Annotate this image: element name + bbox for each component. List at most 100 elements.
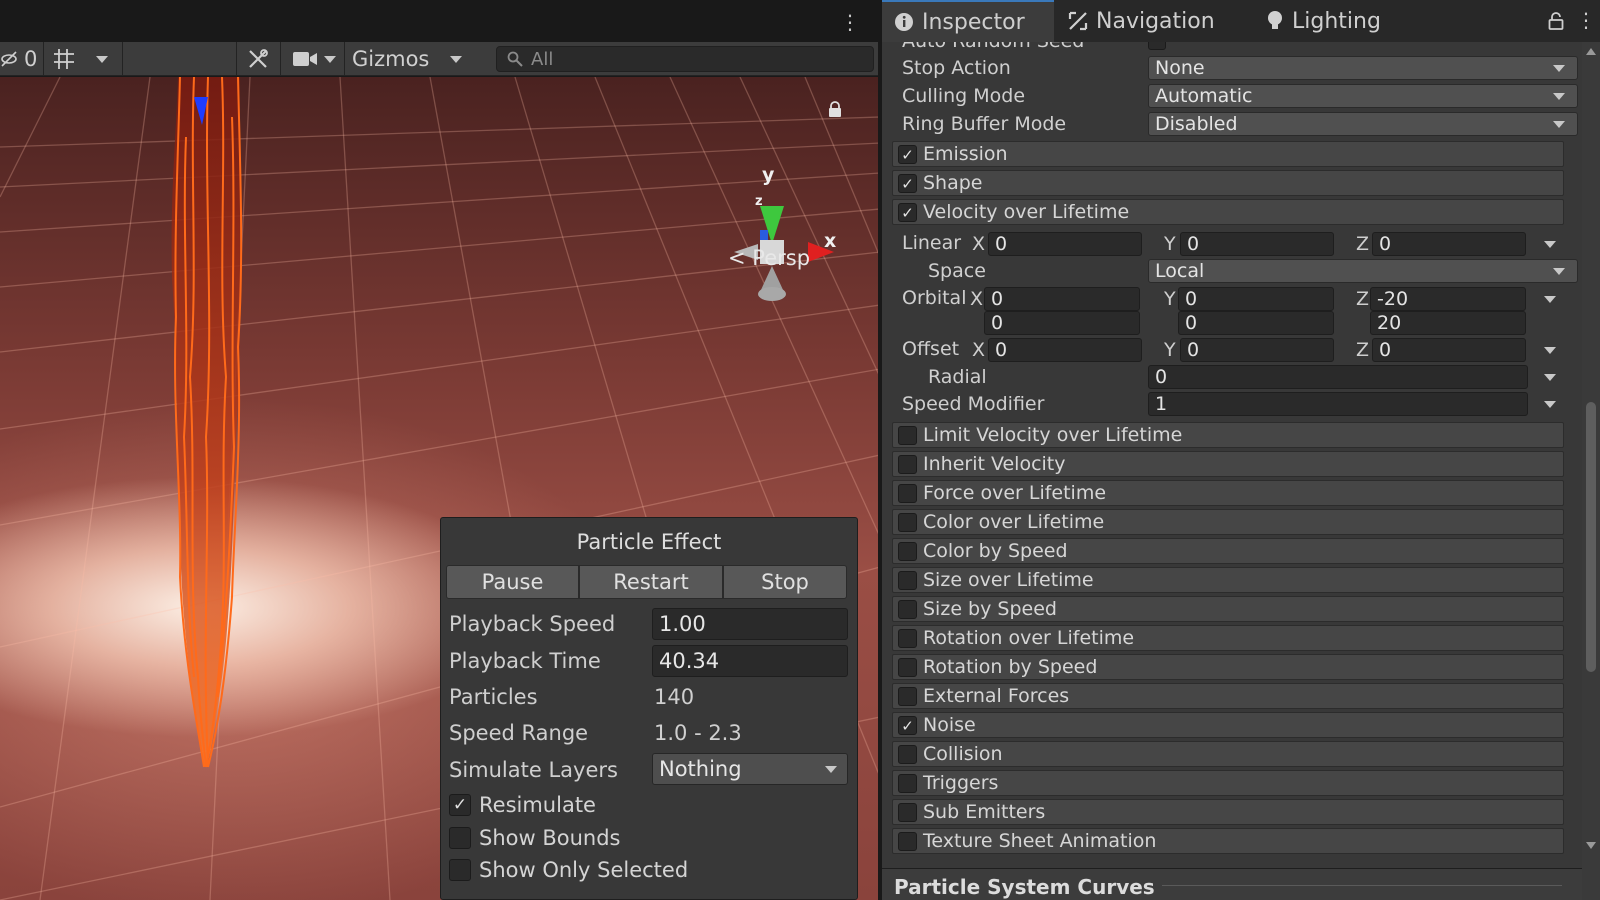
module-force-over-lifetime[interactable]: Force over Lifetime: [892, 480, 1564, 506]
offset-x-field[interactable]: 0: [988, 338, 1142, 362]
module-emission[interactable]: ✓ Emission: [892, 141, 1564, 167]
space-dropdown[interactable]: Local: [1148, 259, 1578, 283]
offset-z-field[interactable]: 0: [1372, 338, 1526, 362]
module-label: Size by Speed: [923, 598, 1057, 620]
stop-action-dropdown[interactable]: None: [1148, 56, 1578, 80]
module-checkbox[interactable]: ✓: [898, 174, 917, 193]
module-triggers[interactable]: Triggers: [892, 770, 1564, 796]
module-label: Collision: [923, 743, 1003, 765]
navigation-icon: [1068, 11, 1088, 31]
module-checkbox[interactable]: [898, 803, 917, 822]
ring-buffer-mode-dropdown[interactable]: Disabled: [1148, 112, 1578, 136]
grid-toggle[interactable]: [52, 42, 82, 76]
module-color-over-lifetime[interactable]: Color over Lifetime: [892, 509, 1564, 535]
axis-y-label: Y: [1164, 339, 1176, 361]
restart-button[interactable]: Restart: [579, 565, 723, 599]
playback-speed-label: Playback Speed: [449, 612, 616, 636]
module-shape[interactable]: ✓ Shape: [892, 170, 1564, 196]
orbital-y-max-field[interactable]: 0: [1178, 311, 1334, 335]
effects-toggle[interactable]: [246, 42, 272, 76]
orbital-z-field[interactable]: -20: [1370, 287, 1526, 311]
module-checkbox[interactable]: [898, 658, 917, 677]
module-checkbox[interactable]: [898, 513, 917, 532]
camera-settings-button[interactable]: [292, 42, 318, 76]
module-checkbox[interactable]: ✓: [898, 203, 917, 222]
auto-random-seed-checkbox[interactable]: [1148, 42, 1166, 50]
module-checkbox[interactable]: [898, 745, 917, 764]
scroll-down-icon[interactable]: [1586, 842, 1596, 849]
playback-time-field[interactable]: 40.34: [652, 645, 848, 677]
gizmos-button[interactable]: Gizmos: [352, 42, 429, 76]
more-options-icon[interactable]: ⋮: [1576, 8, 1596, 32]
radial-field[interactable]: 0: [1148, 365, 1528, 389]
particle-effect-title: Particle Effect: [576, 530, 722, 554]
module-checkbox[interactable]: [898, 629, 917, 648]
scene-search-input[interactable]: All: [496, 46, 874, 72]
linear-z-field[interactable]: 0: [1372, 232, 1526, 256]
culling-mode-dropdown[interactable]: Automatic: [1148, 84, 1578, 108]
module-size-by-speed[interactable]: Size by Speed: [892, 596, 1564, 622]
module-limit-velocity-over-lifetime[interactable]: Limit Velocity over Lifetime: [892, 422, 1564, 448]
module-checkbox[interactable]: [898, 542, 917, 561]
particle-flame: [171, 77, 243, 768]
orbital-y-field[interactable]: 0: [1178, 287, 1334, 311]
module-collision[interactable]: Collision: [892, 741, 1564, 767]
chevron-down-icon[interactable]: [1544, 374, 1556, 381]
module-checkbox[interactable]: [898, 426, 917, 445]
playback-speed-field[interactable]: 1.00: [652, 608, 848, 640]
linear-x-field[interactable]: 0: [988, 232, 1142, 256]
lock-icon[interactable]: [828, 101, 842, 117]
module-checkbox[interactable]: [898, 832, 917, 851]
tab-inspector[interactable]: Inspector: [882, 0, 1054, 42]
camera-dropdown[interactable]: [324, 42, 340, 76]
module-rotation-over-lifetime[interactable]: Rotation over Lifetime: [892, 625, 1564, 651]
module-rotation-by-speed[interactable]: Rotation by Speed: [892, 654, 1564, 680]
pause-button[interactable]: Pause: [446, 565, 579, 599]
module-inherit-velocity[interactable]: Inherit Velocity: [892, 451, 1564, 477]
module-checkbox[interactable]: [898, 774, 917, 793]
show-only-selected-checkbox[interactable]: [449, 859, 471, 881]
projection-toggle[interactable]: < Persp: [728, 246, 810, 270]
module-checkbox[interactable]: ✓: [898, 145, 917, 164]
chevron-down-icon[interactable]: [1544, 241, 1556, 248]
module-sub-emitters[interactable]: Sub Emitters: [892, 799, 1564, 825]
module-checkbox[interactable]: [898, 687, 917, 706]
speed-modifier-field[interactable]: 1: [1148, 392, 1528, 416]
module-texture-sheet-animation[interactable]: Texture Sheet Animation: [892, 828, 1564, 854]
gizmos-dropdown[interactable]: [450, 42, 466, 76]
orbital-x-max-field[interactable]: 0: [984, 311, 1140, 335]
scene-viewport[interactable]: y x z < Persp Particle Effect Pause Rest…: [0, 77, 878, 900]
module-velocity-over-lifetime[interactable]: ✓ Velocity over Lifetime: [892, 199, 1564, 225]
module-checkbox[interactable]: [898, 571, 917, 590]
inspector-scrollbar[interactable]: [1582, 42, 1600, 900]
particle-system-curves-header[interactable]: Particle System Curves: [882, 868, 1582, 900]
hidden-objects-toggle[interactable]: 0: [0, 42, 40, 76]
module-checkbox[interactable]: [898, 600, 917, 619]
lock-icon[interactable]: [1548, 12, 1564, 30]
module-checkbox[interactable]: [898, 455, 917, 474]
module-checkbox[interactable]: ✓: [898, 716, 917, 735]
chevron-down-icon[interactable]: [1544, 296, 1556, 303]
module-noise[interactable]: ✓ Noise: [892, 712, 1564, 738]
grid-dropdown[interactable]: [96, 42, 112, 76]
tab-navigation[interactable]: Navigation: [1056, 0, 1227, 42]
stop-button[interactable]: Stop: [723, 565, 847, 599]
chevron-down-icon[interactable]: [1544, 347, 1556, 354]
scrollbar-thumb[interactable]: [1586, 402, 1596, 672]
orbital-x-field[interactable]: 0: [984, 287, 1140, 311]
module-external-forces[interactable]: External Forces: [892, 683, 1564, 709]
module-size-over-lifetime[interactable]: Size over Lifetime: [892, 567, 1564, 593]
linear-y-field[interactable]: 0: [1180, 232, 1334, 256]
scene-view[interactable]: ⋮ 0 Gizmos All y x z < Persp Particle Ef…: [0, 0, 878, 900]
simulate-layers-dropdown[interactable]: Nothing: [652, 753, 848, 785]
module-checkbox[interactable]: [898, 484, 917, 503]
tab-lighting[interactable]: Lighting: [1254, 0, 1393, 42]
resimulate-checkbox[interactable]: ✓: [449, 794, 471, 816]
offset-y-field[interactable]: 0: [1180, 338, 1334, 362]
module-color-by-speed[interactable]: Color by Speed: [892, 538, 1564, 564]
scroll-up-icon[interactable]: [1586, 48, 1596, 55]
orbital-z-max-field[interactable]: 20: [1370, 311, 1526, 335]
more-options-icon[interactable]: ⋮: [840, 10, 860, 34]
show-bounds-checkbox[interactable]: [449, 827, 471, 849]
chevron-down-icon[interactable]: [1544, 401, 1556, 408]
